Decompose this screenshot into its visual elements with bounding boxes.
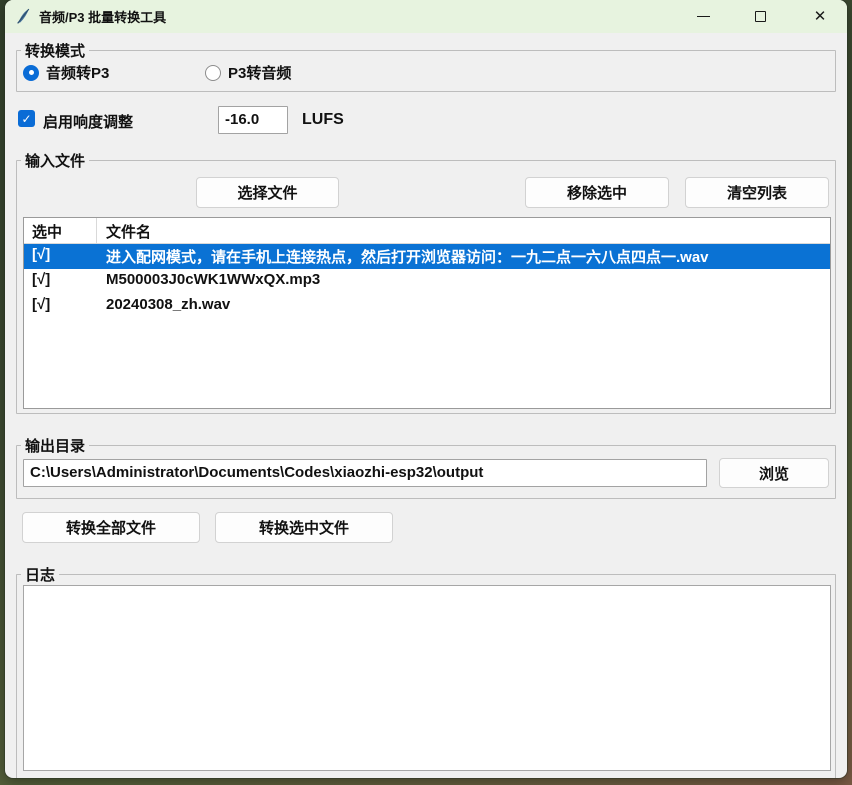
output-dir-groupbox: 输出目录 C:\Users\Administrator\Documents\Co… [16, 445, 836, 499]
row-filename-cell: 20240308_zh.wav [106, 296, 230, 313]
app-window: 音频/P3 批量转换工具 ✕ 转换模式 音频转P3 P3转音频 [5, 0, 847, 778]
convert-selected-button[interactable]: 转换选中文件 [215, 512, 393, 543]
log-textarea[interactable] [23, 585, 831, 771]
loudness-checkbox-label[interactable]: 启用响度调整 [43, 111, 133, 132]
row-filename-cell: 进入配网模式，请在手机上连接热点，然后打开浏览器访问：一九二点一六八点四点一.w… [106, 246, 709, 267]
close-button[interactable]: ✕ [803, 0, 837, 33]
radio-p3-to-audio-label: P3转音频 [228, 62, 291, 83]
table-row[interactable]: [√] 进入配网模式，请在手机上连接热点，然后打开浏览器访问：一九二点一六八点四… [24, 244, 830, 269]
titlebar[interactable]: 音频/P3 批量转换工具 ✕ [5, 0, 847, 33]
lufs-value-input[interactable]: -16.0 [218, 106, 288, 134]
browse-button[interactable]: 浏览 [719, 458, 829, 488]
desktop-background: 音频/P3 批量转换工具 ✕ 转换模式 音频转P3 P3转音频 [0, 0, 852, 785]
table-row[interactable]: [√] 20240308_zh.wav [24, 294, 830, 319]
mode-group-label: 转换模式 [21, 40, 89, 61]
maximize-icon [755, 11, 766, 22]
mode-groupbox: 转换模式 音频转P3 P3转音频 [16, 50, 836, 92]
minimize-button[interactable] [686, 0, 720, 33]
table-row[interactable]: [√] M500003J0cWK1WWxQX.mp3 [24, 269, 830, 294]
lufs-unit-label: LUFS [302, 111, 344, 129]
row-checked-cell: [√] [32, 296, 50, 313]
maximize-button[interactable] [743, 0, 777, 33]
row-filename-cell: M500003J0cWK1WWxQX.mp3 [106, 271, 320, 288]
column-divider [96, 218, 97, 244]
radio-selected-icon [23, 65, 39, 81]
row-checked-cell: [√] [32, 271, 50, 288]
file-list-header[interactable]: 选中 文件名 [24, 218, 830, 244]
radio-audio-to-p3[interactable]: 音频转P3 [23, 62, 109, 83]
log-group-label: 日志 [21, 564, 59, 585]
output-path-input[interactable]: C:\Users\Administrator\Documents\Codes\x… [23, 459, 707, 487]
radio-audio-to-p3-label: 音频转P3 [46, 62, 109, 83]
convert-all-button[interactable]: 转换全部文件 [22, 512, 200, 543]
checkmark-icon: ✓ [21, 112, 31, 126]
row-checked-cell: [√] [32, 246, 50, 263]
file-list-table[interactable]: 选中 文件名 [√] 进入配网模式，请在手机上连接热点，然后打开浏览器访问：一九… [23, 217, 831, 409]
minimize-icon [697, 16, 710, 17]
clear-list-button[interactable]: 清空列表 [685, 177, 829, 208]
window-title: 音频/P3 批量转换工具 [39, 7, 166, 26]
close-icon: ✕ [814, 9, 827, 24]
radio-p3-to-audio[interactable]: P3转音频 [205, 62, 291, 83]
radio-unselected-icon [205, 65, 221, 81]
column-header-checked[interactable]: 选中 [32, 221, 62, 242]
app-feather-icon [15, 8, 32, 25]
remove-selected-button[interactable]: 移除选中 [525, 177, 669, 208]
input-files-groupbox: 输入文件 选择文件 移除选中 清空列表 选中 文件名 [√] 进入配网模式，请在… [16, 160, 836, 414]
log-groupbox: 日志 [16, 574, 836, 778]
select-files-button[interactable]: 选择文件 [196, 177, 339, 208]
column-header-filename[interactable]: 文件名 [106, 221, 151, 242]
input-group-label: 输入文件 [21, 150, 89, 171]
output-group-label: 输出目录 [21, 435, 89, 456]
loudness-checkbox[interactable]: ✓ [18, 110, 35, 127]
